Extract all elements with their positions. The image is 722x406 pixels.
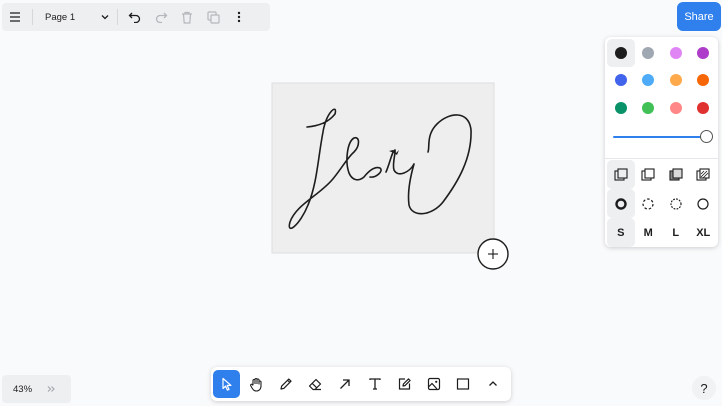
page-selector[interactable]: Page 1 <box>37 4 113 30</box>
fill-none-icon <box>614 167 628 181</box>
fill-semi-button[interactable] <box>635 160 663 189</box>
fill-pattern-button[interactable] <box>690 160 718 189</box>
delete-button[interactable] <box>174 4 200 30</box>
color-dot <box>669 74 682 87</box>
color-dot <box>642 74 655 87</box>
size-s-button[interactable]: S <box>607 218 635 247</box>
color-swatch[interactable] <box>635 94 663 122</box>
fill-pattern-icon <box>696 167 710 181</box>
cursor-icon <box>221 377 232 391</box>
fill-solid-button[interactable] <box>662 160 690 189</box>
zoom-level[interactable]: 43% <box>2 384 46 395</box>
eraser-tool-button[interactable] <box>301 370 331 398</box>
color-dot <box>614 101 627 114</box>
rectangle-tool-button[interactable] <box>449 370 479 398</box>
dash-solid-button[interactable] <box>690 189 718 218</box>
duplicate-button[interactable] <box>200 4 226 30</box>
color-swatch[interactable] <box>607 94 635 122</box>
hand-tool-button[interactable] <box>242 370 272 398</box>
color-swatch[interactable] <box>607 39 635 67</box>
color-swatch[interactable] <box>635 67 663 95</box>
opacity-slider[interactable] <box>613 129 715 145</box>
color-dot <box>614 74 627 87</box>
color-swatch[interactable] <box>662 94 690 122</box>
size-xl-button[interactable]: XL <box>690 218 718 247</box>
hamburger-menu-button[interactable] <box>2 4 28 30</box>
eraser-icon <box>309 378 322 391</box>
add-frame-handle[interactable] <box>477 238 509 270</box>
text-tool-button[interactable] <box>360 370 390 398</box>
redo-icon <box>155 12 168 23</box>
hamburger-icon <box>10 12 20 22</box>
tool-bar <box>211 367 511 401</box>
color-swatch[interactable] <box>635 39 663 67</box>
color-dot <box>669 101 682 114</box>
color-swatch[interactable] <box>607 67 635 95</box>
color-dot <box>697 46 710 59</box>
more-options-button[interactable] <box>226 4 252 30</box>
slider-track <box>613 136 707 138</box>
trash-icon <box>182 11 192 24</box>
asset-tool-button[interactable] <box>419 370 449 398</box>
size-m-button[interactable]: M <box>635 218 663 247</box>
color-dot <box>669 46 682 59</box>
dash-solid-icon <box>697 197 709 210</box>
double-chevron-right-icon[interactable] <box>46 384 56 394</box>
color-swatch[interactable] <box>662 67 690 95</box>
arrow-tool-button[interactable] <box>331 370 361 398</box>
color-swatch[interactable] <box>690 94 718 122</box>
note-icon <box>399 378 411 390</box>
draw-tool-button[interactable] <box>272 370 302 398</box>
image-icon <box>427 377 440 391</box>
arrow-icon <box>340 379 350 389</box>
more-vertical-icon <box>237 11 241 23</box>
fill-solid-icon <box>669 167 683 181</box>
color-dot <box>614 46 627 59</box>
chevron-down-icon <box>101 15 109 20</box>
dash-dotted-icon <box>670 197 682 210</box>
pencil-icon <box>280 378 292 390</box>
slider-thumb[interactable] <box>700 130 713 143</box>
help-button[interactable]: ? <box>692 376 716 400</box>
style-panel: S M L XL <box>605 37 718 247</box>
redo-button[interactable] <box>148 4 174 30</box>
fill-none-button[interactable] <box>607 160 635 189</box>
color-dot <box>642 46 655 59</box>
hand-icon <box>250 377 262 392</box>
dash-dashed-icon <box>642 197 654 210</box>
sketch-frame <box>271 82 495 254</box>
color-dot <box>642 101 655 114</box>
duplicate-icon <box>206 10 220 24</box>
size-l-button[interactable]: L <box>662 218 690 247</box>
share-button[interactable]: Share <box>677 2 721 31</box>
fill-semi-icon <box>641 167 655 181</box>
color-dot <box>697 101 710 114</box>
color-swatch[interactable] <box>662 39 690 67</box>
divider <box>117 9 118 25</box>
select-tool-button[interactable] <box>213 370 240 398</box>
undo-button[interactable] <box>122 4 148 30</box>
undo-icon <box>128 12 141 23</box>
more-tools-button[interactable] <box>478 370 508 398</box>
color-swatch[interactable] <box>690 67 718 95</box>
text-icon <box>369 378 381 390</box>
color-palette <box>607 39 717 122</box>
dash-dotted-button[interactable] <box>662 189 690 218</box>
note-tool-button[interactable] <box>390 370 420 398</box>
main-menu-bar: Page 1 <box>2 3 270 31</box>
divider <box>32 9 33 25</box>
dash-draw-icon <box>615 197 627 210</box>
dash-dashed-button[interactable] <box>635 189 663 218</box>
color-dot <box>697 74 710 87</box>
panel-divider <box>605 158 718 159</box>
zoom-menu[interactable]: 43% <box>2 375 71 403</box>
rectangle-icon <box>457 378 470 390</box>
page-name: Page 1 <box>45 11 76 23</box>
color-swatch[interactable] <box>690 39 718 67</box>
style-options: S M L XL <box>607 160 717 247</box>
chevron-up-icon <box>488 381 497 386</box>
dash-draw-button[interactable] <box>607 189 635 218</box>
